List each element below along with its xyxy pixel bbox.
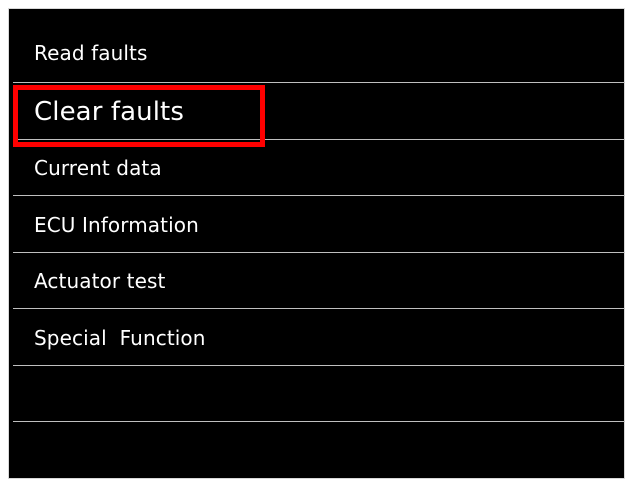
menu-item-current-data[interactable]: Current data	[13, 140, 625, 196]
menu-item-ecu-information[interactable]: ECU Information	[13, 196, 625, 253]
menu-item-empty	[13, 422, 625, 479]
menu-item-special-function[interactable]: Special Function	[13, 309, 625, 366]
menu-item-label: Read faults	[34, 41, 148, 65]
menu-item-read-faults[interactable]: Read faults	[13, 21, 625, 83]
menu-item-label: Clear faults	[34, 96, 184, 127]
menu-item-label: Actuator test	[34, 269, 166, 294]
menu-item-actuator-test[interactable]: Actuator test	[13, 253, 625, 309]
menu-item-empty	[13, 366, 625, 422]
menu-item-label: Current data	[34, 156, 162, 181]
diagnostic-menu: Read faults Clear faults Current data EC…	[13, 21, 625, 482]
menu-item-label: ECU Information	[34, 212, 199, 237]
menu-item-label: Special Function	[34, 325, 206, 350]
menu-item-clear-faults[interactable]: Clear faults	[13, 83, 625, 140]
